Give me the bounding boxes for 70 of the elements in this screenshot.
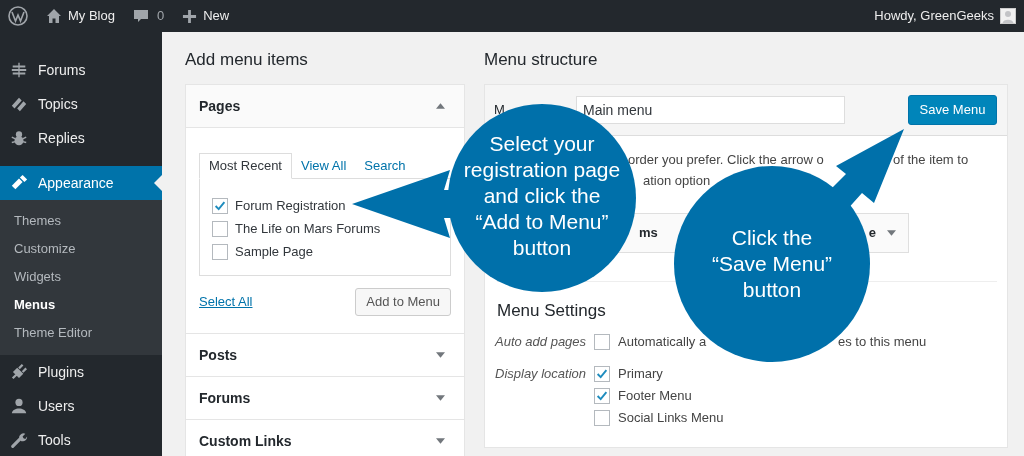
checkbox[interactable] — [212, 243, 228, 260]
checkbox-label: Primary — [617, 365, 663, 384]
callout-text: Select your registration page and click the “Add to Menu” button — [463, 131, 621, 261]
expand-arrow-icon — [887, 230, 896, 236]
submenu-item[interactable]: Theme Editor — [0, 319, 162, 347]
checkbox-label: Automatically a — [618, 334, 707, 350]
menu-item-icon — [10, 95, 28, 113]
avatar-icon — [1000, 8, 1016, 24]
current-indicator-icon — [154, 175, 162, 191]
callout-text: Click the “Save Menu” button — [711, 225, 833, 303]
sidebar-item[interactable]: Tools — [0, 423, 162, 456]
wordpress-logo-icon — [8, 6, 28, 26]
add-to-menu-button[interactable]: Add to Menu — [355, 288, 451, 316]
checkbox[interactable] — [594, 410, 610, 426]
menu-item-icon — [10, 174, 28, 192]
submenu-item[interactable]: Themes — [0, 207, 162, 235]
instruction-text: order you prefer. Click the arrow o — [628, 152, 824, 168]
comment-icon — [132, 8, 149, 24]
menu-item-icon — [10, 129, 28, 147]
checkbox[interactable] — [212, 197, 228, 214]
instruction-text: ation option — [643, 173, 711, 189]
comment-count[interactable]: 0 — [156, 6, 165, 26]
section-heading: Add menu items — [185, 50, 309, 70]
save-menu-button[interactable]: Save Menu — [908, 95, 997, 125]
greeting-text[interactable]: Howdy, GreenGeeks — [874, 6, 994, 26]
tab[interactable]: Most Recent — [199, 153, 292, 179]
expand-arrow-icon — [436, 395, 445, 401]
menu-item-icon — [10, 431, 28, 449]
home-icon — [46, 8, 62, 24]
checkbox-label: The Life on Mars Forums — [235, 219, 381, 238]
checkbox-label: Forum Registration — [235, 196, 346, 215]
menu-item-icon — [10, 397, 28, 415]
checkbox[interactable] — [594, 388, 610, 404]
tab[interactable]: Search — [355, 153, 415, 179]
checkbox-label: Footer Menu — [617, 387, 692, 406]
sidebar-item[interactable]: Plugins — [0, 355, 162, 389]
instruction-text: of the item to — [893, 151, 969, 170]
checkbox-label: Social Links Menu — [617, 409, 724, 428]
menu-item-text: ms — [639, 224, 658, 243]
site-name-link[interactable]: My Blog — [68, 6, 115, 26]
collapse-arrow-icon — [436, 103, 445, 109]
settings-heading: Menu Settings — [497, 301, 606, 321]
expand-arrow-icon — [436, 438, 445, 444]
plus-icon — [182, 8, 198, 24]
menu-item-text: e — [868, 224, 876, 243]
checkbox[interactable] — [212, 220, 228, 237]
checkbox[interactable] — [594, 334, 610, 350]
new-link[interactable]: New — [203, 6, 230, 26]
sidebar-item[interactable]: Appearance — [0, 166, 162, 200]
checkbox[interactable] — [594, 366, 610, 382]
checkbox-label: Sample Page — [235, 242, 314, 261]
setting-label: Auto add pages — [495, 333, 588, 351]
submenu-item[interactable]: Customize — [0, 235, 162, 263]
setting-label: Display location — [495, 365, 588, 383]
menu-item-icon — [10, 61, 28, 79]
sidebar-item[interactable]: Replies — [0, 121, 162, 155]
menu-item-icon — [10, 363, 28, 381]
sidebar-item[interactable]: Topics — [0, 87, 162, 121]
select-all-link[interactable]: Select All — [199, 292, 253, 312]
menu-name-field[interactable]: Main menu — [576, 96, 845, 124]
sidebar-item[interactable]: Forums — [0, 53, 162, 87]
accordion-section-header[interactable]: Pages — [186, 85, 464, 128]
submenu-item[interactable]: Widgets — [0, 263, 162, 291]
menu-name-label: M — [494, 101, 506, 120]
section-heading: Menu structure — [484, 50, 599, 70]
checkbox-label: es to this menu — [838, 333, 927, 352]
submenu-item[interactable]: Menus — [0, 291, 162, 319]
expand-arrow-icon — [436, 352, 445, 358]
sidebar-item[interactable]: Users — [0, 389, 162, 423]
tab[interactable]: View All — [292, 153, 356, 179]
